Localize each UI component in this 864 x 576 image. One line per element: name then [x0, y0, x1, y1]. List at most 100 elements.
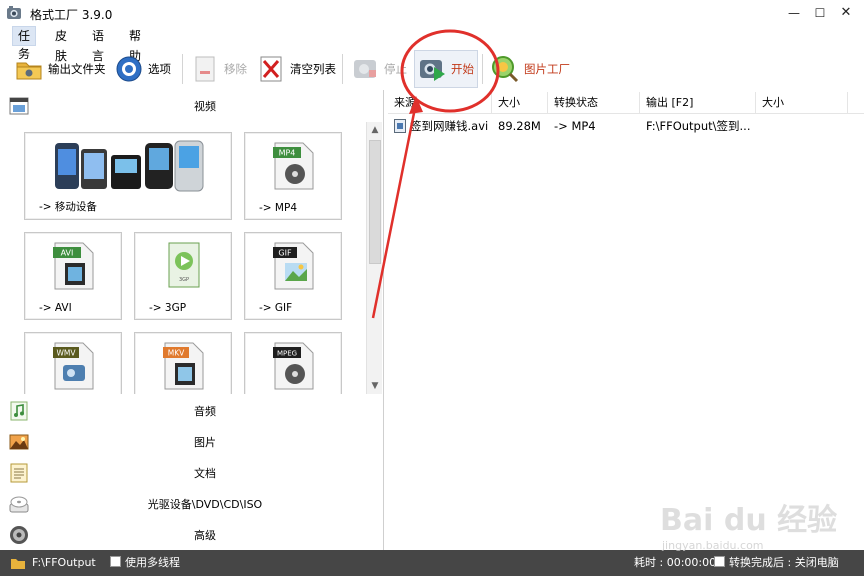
tile-mp4-label: -> MP4: [259, 202, 297, 214]
tile-avi[interactable]: AVI -> AVI: [24, 232, 122, 320]
tile-mpeg[interactable]: MPEG: [244, 332, 342, 394]
tile-3gp[interactable]: 3GP -> 3GP: [134, 232, 232, 320]
options-label: 选项: [148, 62, 171, 76]
category-advanced[interactable]: 高级: [0, 519, 384, 549]
picture-factory-button[interactable]: 图片工厂: [490, 50, 570, 88]
stop-icon: [354, 60, 376, 78]
category-optical[interactable]: 光驱设备\DVD\CD\ISO: [0, 488, 384, 518]
watermark-main: Bai du 经验: [660, 503, 838, 538]
avi-badge-text: AVI: [61, 249, 74, 258]
output-folder-label: 输出文件夹: [48, 62, 106, 76]
output-path[interactable]: F:\FFOutput: [32, 555, 96, 571]
output-folder-button[interactable]: 输出文件夹: [14, 50, 106, 88]
col-size[interactable]: 大小: [492, 92, 548, 114]
watermark-sub: jingyan.baidu.com: [662, 539, 764, 552]
maximize-button[interactable]: ☐: [806, 2, 834, 24]
baidu-jingyan-watermark: Bai du 经验 jingyan.baidu.com: [660, 495, 837, 552]
row-size: 89.28M: [498, 119, 541, 133]
conversion-category-panel: 视频 -> 移动设备 MP4 -> MP4 AVI -> AVI 3GP -> …: [0, 90, 384, 550]
remove-button[interactable]: 移除: [190, 50, 247, 88]
category-document-label: 文档: [194, 467, 216, 480]
mkv-file-icon: MKV: [163, 342, 204, 390]
3gp-file-icon: 3GP: [168, 242, 200, 288]
video-format-grid: -> 移动设备 MP4 -> MP4 AVI -> AVI 3GP -> 3GP…: [0, 122, 366, 394]
3gp-badge-text: 3GP: [179, 277, 189, 283]
row-status: -> MP4: [554, 119, 596, 133]
toolbar-separator: [482, 54, 483, 84]
video-grid-scrollbar[interactable]: ▲ ▼: [366, 122, 382, 394]
category-optical-label: 光驱设备\DVD\CD\ISO: [147, 498, 263, 511]
scrollbar-thumb[interactable]: [369, 140, 381, 264]
start-icon: [420, 60, 445, 81]
toolbar-separator: [342, 54, 343, 84]
toolbar-separator: [182, 54, 183, 84]
menu-help[interactable]: 帮助: [124, 26, 146, 63]
category-picture-label: 图片: [194, 436, 216, 449]
tile-gif[interactable]: GIF -> GIF: [244, 232, 342, 320]
avi-file-icon: AVI: [53, 242, 94, 290]
after-convert-checkbox-box[interactable]: [714, 556, 725, 567]
scroll-down-arrow-icon[interactable]: ▼: [367, 378, 383, 394]
category-picture[interactable]: 图片: [0, 426, 384, 456]
tile-mobile-device[interactable]: -> 移动设备: [24, 132, 232, 220]
remove-label: 移除: [224, 62, 247, 76]
status-bar: F:\FFOutput 使用多线程 耗时 : 00:00:00 转换完成后 : …: [0, 550, 864, 576]
start-label: 开始: [451, 62, 474, 76]
row-output: F:\FFOutput\签到...: [646, 119, 751, 133]
after-convert-label: 转换完成后 : 关闭电脑: [729, 556, 839, 569]
folder-icon: [16, 62, 42, 80]
col-output[interactable]: 输出 [F2]: [640, 92, 756, 114]
title-bar: 格式工厂 3.9.0 — ☐ ✕: [0, 0, 864, 26]
picture-factory-label: 图片工厂: [524, 62, 570, 76]
tile-gif-label: -> GIF: [259, 302, 293, 314]
col-output-size[interactable]: 大小: [756, 92, 848, 114]
category-advanced-label: 高级: [194, 529, 216, 542]
after-convert-checkbox[interactable]: 转换完成后 : 关闭电脑: [714, 555, 839, 571]
clear-list-button[interactable]: 清空列表: [256, 50, 336, 88]
window-title: 格式工厂 3.9.0: [30, 8, 113, 22]
multithread-checkbox-box[interactable]: [110, 556, 121, 567]
category-video[interactable]: 视频: [0, 90, 384, 120]
toolbar: 输出文件夹 选项 移除 清空列表 停止 开始 图片工厂: [0, 48, 864, 90]
row-source: 签到网赚钱.avi: [410, 119, 489, 133]
tile-mkv[interactable]: MKV: [134, 332, 232, 394]
mp4-badge-text: MP4: [279, 149, 296, 158]
tile-3gp-label: -> 3GP: [149, 302, 187, 314]
menu-language[interactable]: 语言: [87, 26, 109, 63]
mp4-file-icon: MP4: [273, 142, 314, 190]
start-button[interactable]: 开始: [414, 50, 478, 88]
tile-avi-label: -> AVI: [39, 302, 72, 314]
format-factory-window: 格式工厂 3.9.0 — ☐ ✕ 任务 皮肤 语言 帮助 输出文件夹 选项 移除…: [0, 0, 864, 576]
stop-button[interactable]: 停止: [350, 50, 407, 88]
mpeg-file-icon: MPEG: [273, 342, 314, 390]
menu-task[interactable]: 任务: [12, 26, 37, 61]
task-table-header: 来源 大小 转换状态 输出 [F2] 大小: [388, 92, 864, 114]
menu-skin[interactable]: 皮肤: [50, 26, 72, 63]
output-folder-icon: [11, 559, 25, 569]
table-row[interactable]: 签到网赚钱.avi 89.28M -> MP4 F:\FFOutput\签到..…: [388, 116, 864, 136]
mobile-devices-icon: [55, 140, 204, 192]
col-source[interactable]: 来源: [388, 92, 492, 114]
options-button[interactable]: 选项: [114, 50, 171, 88]
category-document[interactable]: 文档: [0, 457, 384, 487]
task-list-panel: 来源 大小 转换状态 输出 [F2] 大小 签到网赚钱.avi 89.28M -…: [388, 90, 864, 550]
clear-list-icon: [260, 56, 282, 82]
tile-mp4[interactable]: MP4 -> MP4: [244, 132, 342, 220]
gif-file-icon: GIF: [273, 242, 314, 290]
stop-label: 停止: [384, 62, 407, 76]
gif-badge-text: GIF: [278, 249, 292, 258]
mkv-badge-text: MKV: [168, 349, 185, 358]
col-status[interactable]: 转换状态: [548, 92, 640, 114]
tile-mobile-device-label: -> 移动设备: [39, 201, 97, 213]
multithread-checkbox[interactable]: 使用多线程: [110, 555, 180, 571]
wmv-file-icon: WMV: [53, 342, 94, 390]
tile-wmv[interactable]: WMV: [24, 332, 122, 394]
category-audio-label: 音频: [194, 405, 216, 418]
elapsed-time: 耗时 : 00:00:00: [634, 556, 717, 569]
category-audio[interactable]: 音频: [0, 395, 384, 425]
minimize-button[interactable]: —: [780, 2, 808, 24]
close-button[interactable]: ✕: [832, 2, 860, 24]
remove-icon: [195, 56, 215, 82]
scroll-up-arrow-icon[interactable]: ▲: [367, 122, 383, 138]
clear-list-label: 清空列表: [290, 62, 336, 76]
